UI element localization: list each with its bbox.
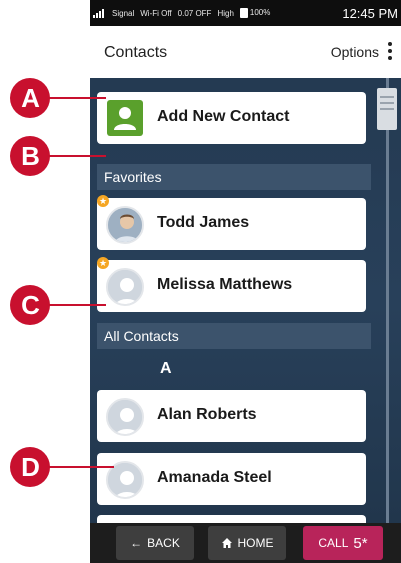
callout-badge-c: C [10,285,50,325]
contact-row-todd-james[interactable]: ★ Todd James [97,195,366,250]
home-icon [221,538,232,548]
letter-divider-a: A [160,360,172,377]
scrollbar-track[interactable] [386,78,389,523]
callout-line-a [44,97,106,99]
clock: 12:45 PM [342,5,398,21]
options-button[interactable]: Options [331,44,379,60]
contact-name: Todd James [157,214,250,231]
back-button[interactable]: ← BACK [116,526,194,560]
favorites-header: Favorites [97,164,371,190]
callout-badge-b: B [10,136,50,176]
favorites-header-label: Favorites [104,169,162,185]
more-vert-icon[interactable] [388,42,392,62]
avatar [106,268,144,306]
bottom-nav-bar: ← BACK HOME CALL 5* [90,523,401,563]
callout-badge-a: A [10,78,50,118]
signal-icon [93,8,104,18]
back-label: BACK [147,536,180,550]
contacts-list[interactable]: Add New Contact Favorites ★ Todd James ★… [90,78,401,523]
callout-line-d [44,466,114,468]
add-contact-icon [107,100,143,136]
avatar [106,206,144,244]
scrollbar-thumb[interactable] [377,88,397,130]
contact-row-alan-roberts[interactable]: Alan Roberts [97,390,366,442]
status-bar: Signal Wi-Fi Off 0.07 OFF High 100% 12:4… [90,0,401,26]
add-new-contact-button[interactable]: Add New Contact [97,92,366,144]
call-number: 5* [353,534,368,552]
contact-row-partial[interactable] [97,515,366,523]
arrow-left-icon: ← [130,536,143,550]
page-title: Contacts [104,44,168,61]
all-contacts-header-label: All Contacts [104,328,179,344]
home-button[interactable]: HOME [208,526,286,560]
wifi-status: Wi-Fi Off [140,8,172,18]
callout-line-b [44,155,106,157]
home-label: HOME [237,536,274,550]
battery-icon [239,8,248,18]
contact-name: Melissa Matthews [157,276,293,293]
contact-row-amanada-steel[interactable]: Amanada Steel [97,453,366,505]
callout-line-c [44,304,106,306]
favorite-star-icon: ★ [97,195,109,207]
phone-screen: Signal Wi-Fi Off 0.07 OFF High 100% 12:4… [90,0,401,563]
contact-name: Amanada Steel [157,469,272,486]
add-new-contact-label: Add New Contact [157,108,290,125]
app-header: Contacts Options [90,26,401,78]
call-button[interactable]: CALL 5* [303,526,383,560]
volume-status: High [217,8,234,18]
all-contacts-header: All Contacts [97,323,371,349]
avatar [106,398,144,436]
callout-badge-d: D [10,447,50,487]
favorite-star-icon: ★ [97,257,109,269]
contact-row-melissa-matthews[interactable]: ★ Melissa Matthews [97,257,366,312]
signal-label: Signal [112,8,135,18]
call-label: CALL [318,536,349,550]
contact-name: Alan Roberts [157,406,257,423]
battery-level: 100% [249,8,271,18]
battery-group: 100% [239,8,271,18]
data-speed: 0.07 OFF [177,8,212,18]
